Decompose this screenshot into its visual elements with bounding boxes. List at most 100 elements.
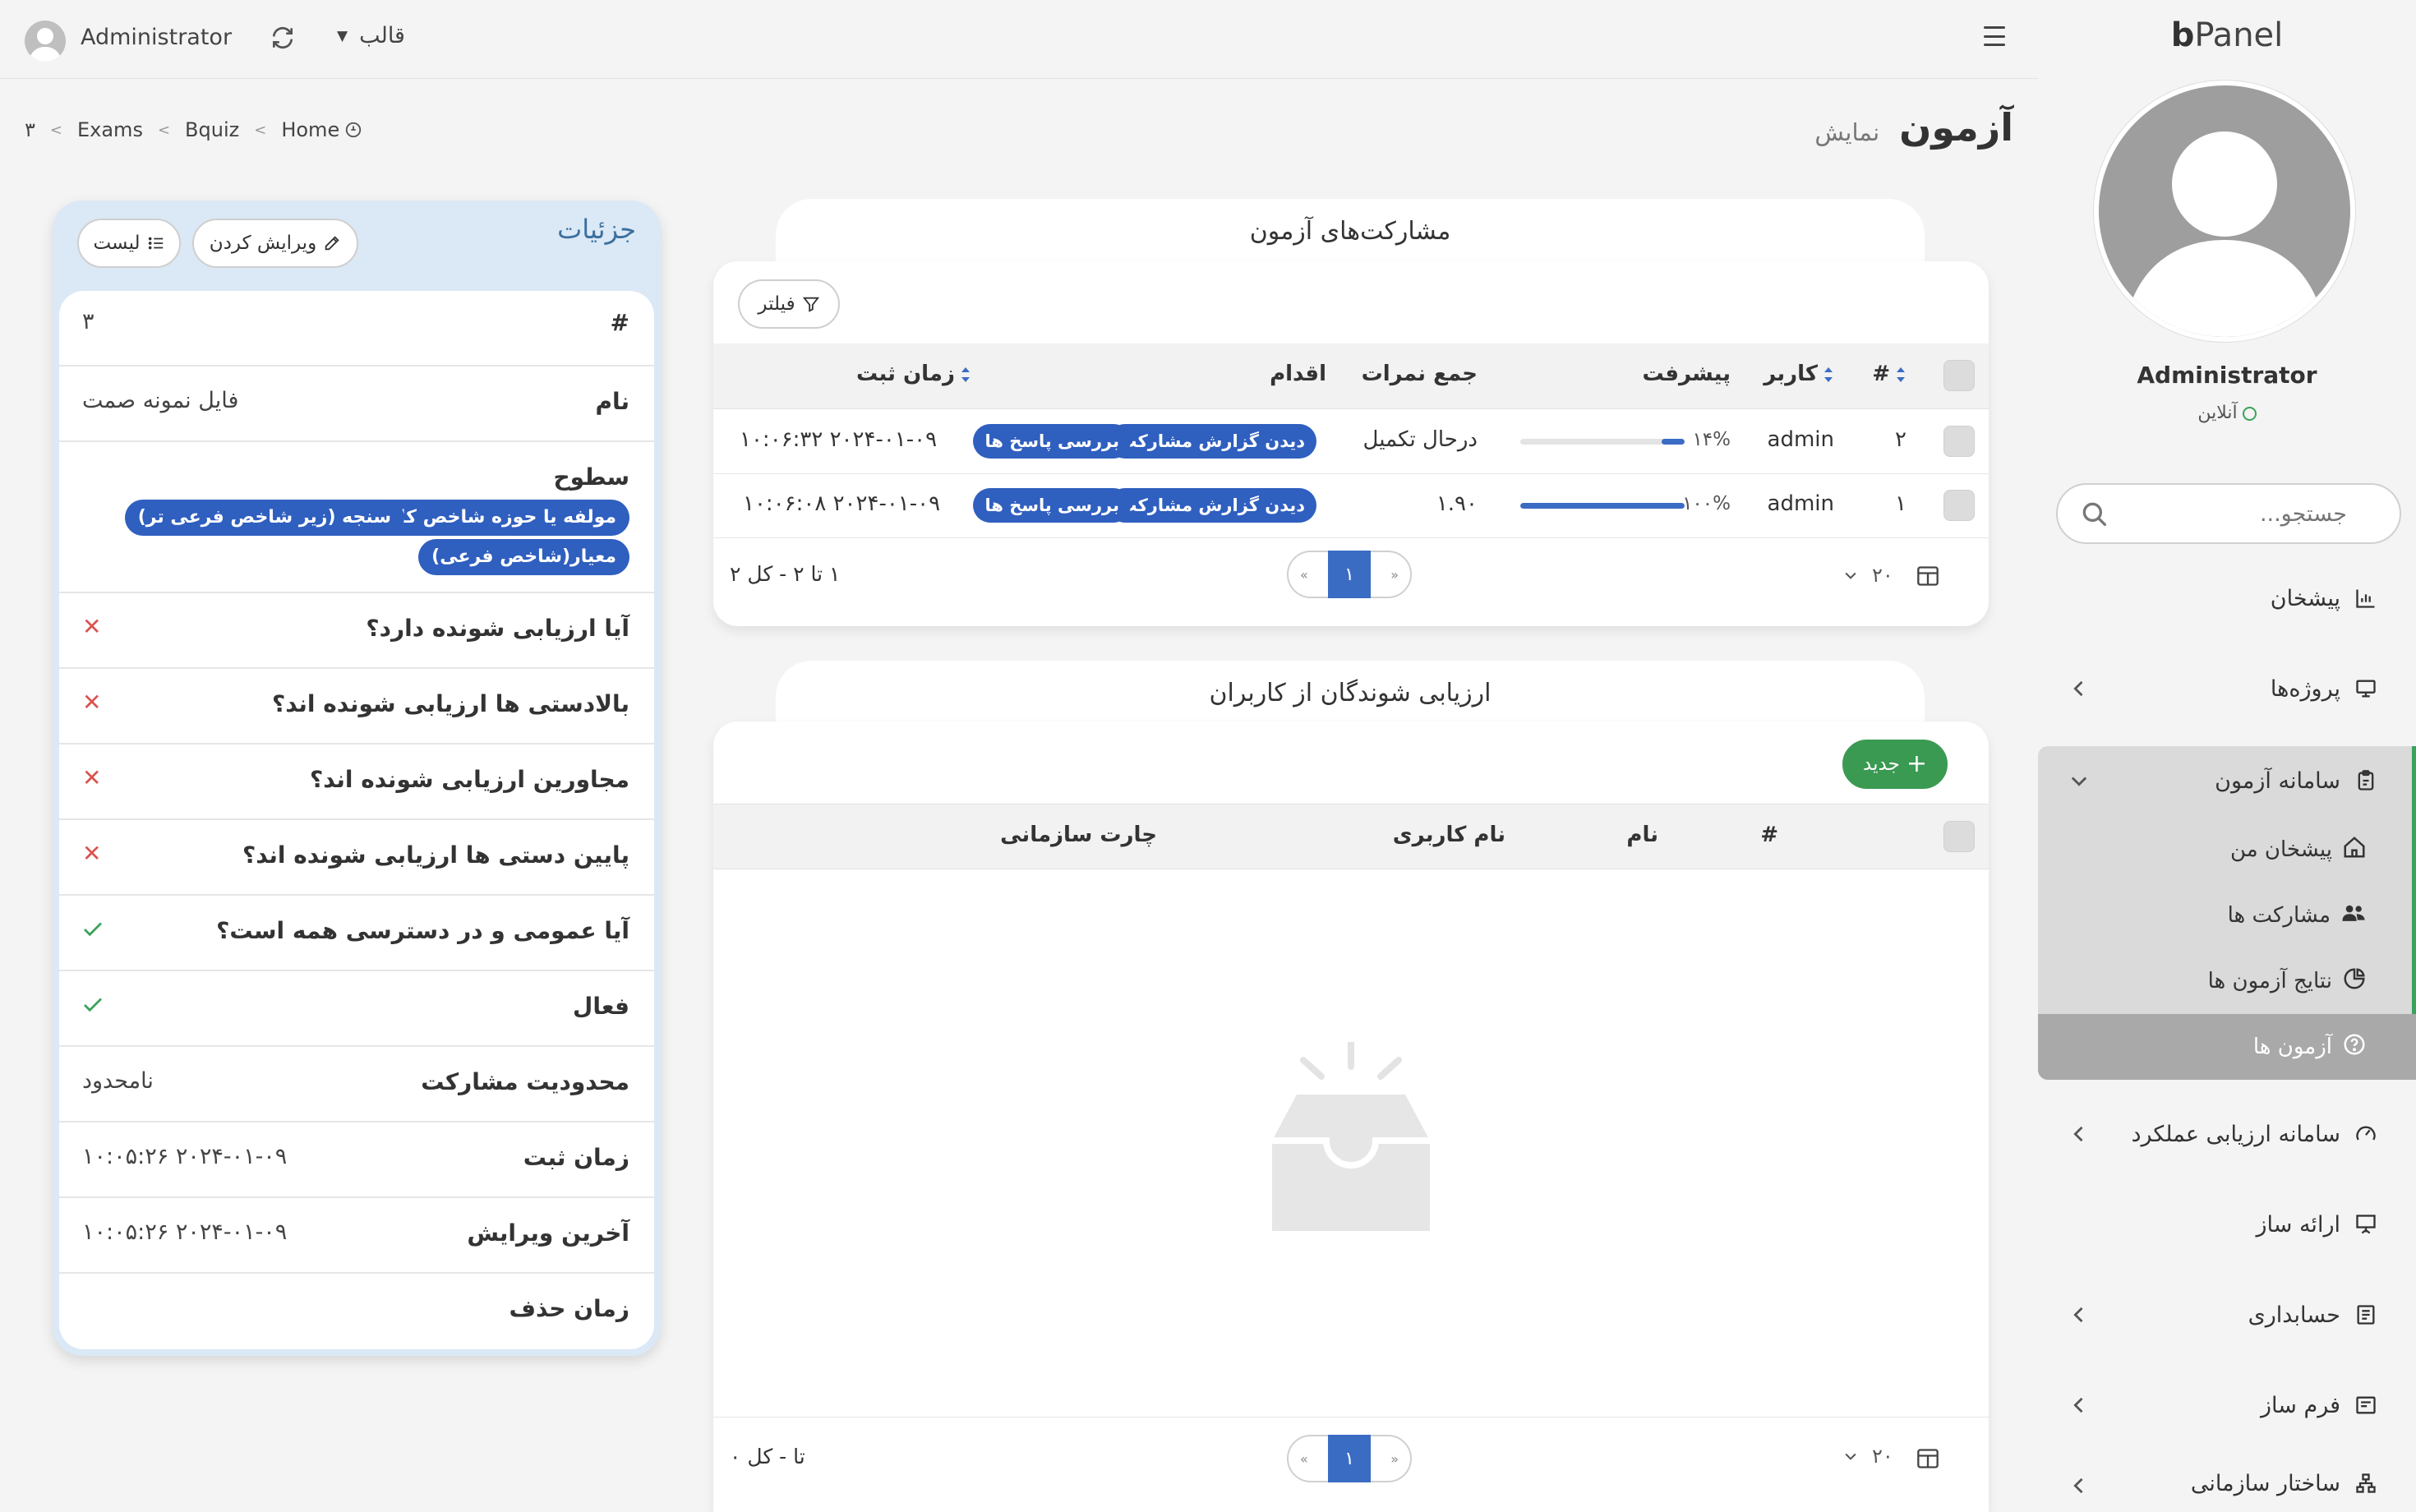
- view-report-button[interactable]: دیدن گزارش مشارکت: [1108, 488, 1316, 523]
- pagination: « ۱ »: [1287, 551, 1412, 598]
- refresh-icon[interactable]: [265, 20, 301, 56]
- next-page-icon[interactable]: «: [1300, 567, 1308, 583]
- prev-page-icon[interactable]: »: [1390, 1451, 1399, 1467]
- presentation-icon: [2352, 675, 2380, 703]
- profile-name: Administrator: [2137, 362, 2317, 389]
- filter-button[interactable]: فیلتر: [738, 279, 840, 329]
- chevron-left-icon: [2073, 680, 2083, 697]
- sidebar: bPanel Administrator آنلاین پیشخان پروژه…: [2038, 0, 2416, 1512]
- col-id[interactable]: #: [1872, 362, 1907, 386]
- row-created-at: ۲۰۲۴-۰۱-۰۹ ۱۰:۰۶:۰۸: [743, 491, 941, 516]
- sidebar-item-org-structure[interactable]: ساختار سازمانی: [2038, 1454, 2416, 1512]
- level-tag: سنجه (زیر شاخص فرعی تر): [124, 500, 404, 536]
- sidebar-sub-participations[interactable]: مشارکت ها: [2038, 883, 2416, 948]
- pagination-summary: تا - کل ۰: [730, 1445, 805, 1468]
- evaluatees-card: + جدید # نام نام کاربری چارت سازمانی ۲۰ …: [713, 721, 1989, 1512]
- sidebar-item-form-builder[interactable]: فرم ساز: [2038, 1364, 2416, 1446]
- row-user: admin: [1767, 491, 1834, 516]
- col-user[interactable]: کاربر: [1764, 362, 1834, 386]
- pagination: « ۱ »: [1287, 1435, 1412, 1482]
- theme-label: قالب: [359, 23, 405, 48]
- hamburger-menu-icon[interactable]: [1984, 26, 2005, 46]
- sidebar-item-projects[interactable]: پروژه‌ها: [2038, 648, 2416, 730]
- columns-icon[interactable]: [1916, 1448, 1939, 1469]
- form-icon: [2352, 1391, 2380, 1419]
- user-avatar[interactable]: [25, 21, 66, 62]
- chevron-left-icon: [2073, 1477, 2083, 1494]
- sort-icon: [1824, 366, 1833, 382]
- select-all-checkbox[interactable]: [1943, 360, 1975, 391]
- breadcrumb: ۳ < Exams < Bquiz < Home: [25, 118, 362, 141]
- detail-row-deleted-at: زمان حذف: [509, 1295, 630, 1322]
- sidebar-item-exam-system[interactable]: سامانه آزمون: [2038, 740, 2416, 822]
- list-icon: [148, 237, 163, 250]
- chevron-left-icon: [2073, 1126, 2083, 1142]
- details-list: # ۳ نام فایل نمونه صمت سطوح مولفه یا حوز…: [59, 291, 654, 1349]
- sidebar-item-dashboard[interactable]: پیشخان: [2038, 557, 2416, 639]
- search-icon[interactable]: [2077, 497, 2110, 530]
- breadcrumb-bquiz[interactable]: Bquiz: [185, 118, 239, 141]
- sidebar-sub-exams[interactable]: آزمون ها: [2038, 1014, 2416, 1080]
- breadcrumb-current: ۳: [25, 118, 35, 141]
- level-tag: معیار(شاخص فرعی): [418, 539, 629, 575]
- col-created-at[interactable]: زمان ثبت: [856, 362, 971, 386]
- page-button[interactable]: ۱: [1328, 551, 1371, 598]
- x-icon: ✕: [82, 764, 102, 791]
- detail-row-id: # ۳: [59, 291, 654, 366]
- row-checkbox[interactable]: [1943, 490, 1975, 521]
- row-score: ۱.۹۰: [1436, 491, 1478, 516]
- page-size-select[interactable]: ۲۰: [1842, 1445, 1893, 1468]
- progress-bar: [1520, 439, 1685, 445]
- row-checkbox[interactable]: [1943, 426, 1975, 457]
- brand-logo[interactable]: bPanel: [2038, 16, 2416, 54]
- detail-row-created-at: زمان ثبت ۲۰۲۴-۰۱-۰۹ ۱۰:۰۵:۲۶: [59, 1122, 654, 1198]
- sort-icon: [961, 366, 970, 382]
- breadcrumb-home[interactable]: Home: [281, 118, 362, 141]
- page-button[interactable]: ۱: [1328, 1435, 1371, 1482]
- page-size-select[interactable]: ۲۰: [1842, 564, 1893, 587]
- chevron-down-icon: [2071, 777, 2087, 786]
- pie-chart-icon: [2342, 966, 2367, 997]
- x-icon: ✕: [82, 689, 102, 716]
- sidebar-sub-my-dashboard[interactable]: پیشخان من: [2038, 817, 2416, 883]
- x-icon: ✕: [82, 613, 102, 640]
- edit-button[interactable]: ویرایش کردن: [192, 219, 358, 268]
- user-name[interactable]: Administrator: [81, 25, 232, 50]
- col-action: اقدام: [1270, 362, 1326, 386]
- row-progress-label: ۱۴%: [1692, 429, 1731, 450]
- review-answers-button[interactable]: بررسی پاسخ ها: [973, 424, 1131, 459]
- ledger-icon: [2352, 1301, 2380, 1329]
- review-answers-button[interactable]: بررسی پاسخ ها: [973, 488, 1131, 523]
- sidebar-sub-exam-results[interactable]: نتایج آزمون ها: [2038, 948, 2416, 1014]
- clipboard-icon: [2352, 767, 2380, 795]
- columns-icon[interactable]: [1916, 565, 1939, 587]
- detail-row-subordinates: پایین دستی ها ارزیابی شونده اند؟ ✕: [59, 820, 654, 896]
- home-icon: [2342, 835, 2367, 865]
- select-all-checkbox[interactable]: [1943, 821, 1975, 852]
- table-row: ۲ admin ۱۴% درحال تکمیل دیدن گزارش مشارک…: [713, 409, 1989, 473]
- row-created-at: ۲۰۲۴-۰۱-۰۹ ۱۰:۰۶:۳۲: [740, 427, 938, 452]
- detail-row-participation-limit: محدودیت مشارکت نامحدود: [59, 1047, 654, 1122]
- x-icon: ✕: [82, 840, 102, 867]
- gauge-icon: [2352, 1120, 2380, 1148]
- theme-dropdown[interactable]: ▼ قالب: [337, 23, 405, 48]
- breadcrumb-exams[interactable]: Exams: [77, 118, 143, 141]
- next-page-icon[interactable]: «: [1300, 1451, 1308, 1467]
- table-row: ۱ admin ۱۰۰% ۱.۹۰ دیدن گزارش مشارکت بررس…: [713, 473, 1989, 537]
- detail-row-name: نام فایل نمونه صمت: [59, 366, 654, 442]
- profile-avatar: [2094, 81, 2355, 342]
- online-dot-icon: [2242, 406, 2257, 421]
- view-report-button[interactable]: دیدن گزارش مشارکت: [1108, 424, 1316, 459]
- screen-icon: [2352, 1210, 2380, 1238]
- new-button[interactable]: + جدید: [1842, 740, 1948, 789]
- row-user: admin: [1767, 427, 1834, 452]
- row-id: ۱: [1895, 491, 1907, 516]
- sidebar-item-accounting[interactable]: حسابداری: [2038, 1274, 2416, 1356]
- sidebar-item-performance[interactable]: سامانه ارزیابی عملکرد: [2038, 1093, 2416, 1175]
- sidebar-item-presentation-builder[interactable]: ارائه ساز: [2038, 1183, 2416, 1265]
- list-button[interactable]: لیست: [77, 219, 181, 268]
- detail-row-superiors: بالادستی ها ارزیابی شونده اند؟ ✕: [59, 669, 654, 744]
- prev-page-icon[interactable]: »: [1390, 567, 1399, 583]
- detail-row-levels: سطوح مولفه یا حوزه شاخص کلان سنجه (زیر ش…: [59, 442, 654, 593]
- col-id: #: [1760, 823, 1778, 847]
